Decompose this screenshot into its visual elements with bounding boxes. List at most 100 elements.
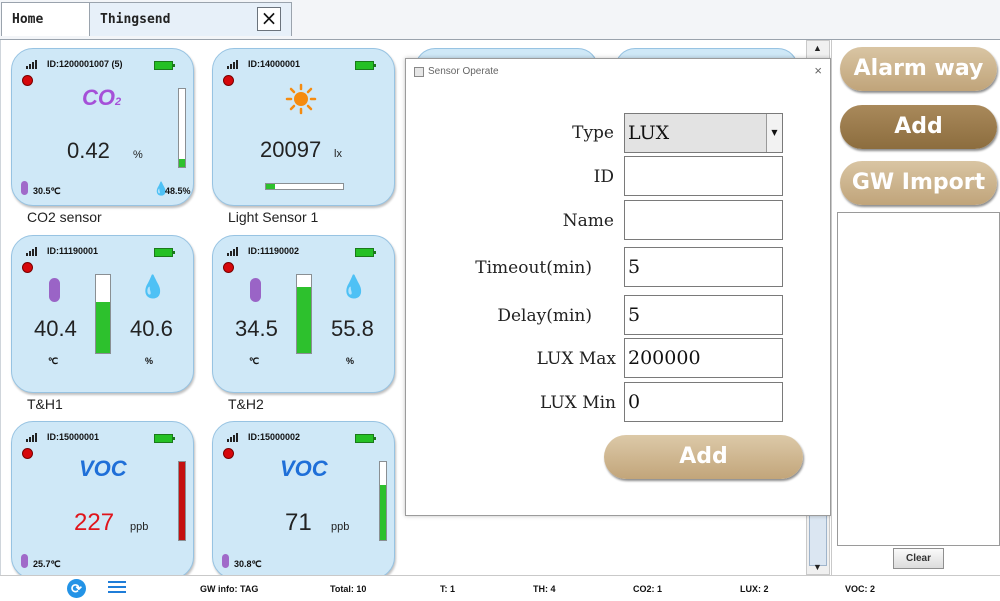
clear-button[interactable]: Clear [893, 548, 944, 569]
timeout-label: Timeout(min) [475, 258, 592, 278]
tab-thingsend[interactable]: Thingsend × [89, 2, 292, 36]
voc-logo: VOC [79, 456, 127, 481]
dialog-title-bar: Sensor Operate [414, 66, 499, 77]
sensor-card-voc[interactable]: ID:15000002 VOC 71 ppb 30.8℃ [212, 421, 395, 575]
status-led-icon [223, 75, 234, 86]
battery-icon [154, 61, 175, 70]
type-label: Type [572, 123, 614, 143]
thermometer-icon [222, 554, 229, 568]
co2-logo: CO2 [82, 85, 122, 110]
lux-min-label: LUX Min [540, 393, 616, 413]
id-field[interactable] [624, 156, 783, 196]
log-textarea[interactable] [837, 212, 1000, 546]
status-led-icon [22, 448, 33, 459]
status-bar: ⟳ GW info: TAG Total: 10 T: 1 TH: 4 CO2:… [0, 575, 1000, 601]
tab-thingsend-label: Thingsend [100, 12, 171, 27]
signal-icon [227, 60, 238, 69]
humidity-value: 40.6 [130, 316, 173, 341]
signal-icon [227, 433, 238, 442]
sensor-value: 71 [285, 509, 312, 536]
sensor-id: ID:11190002 [248, 246, 300, 256]
signal-icon [26, 433, 37, 442]
scroll-down-icon[interactable]: ▼ [813, 562, 822, 572]
battery-icon [355, 248, 376, 257]
right-panel: Alarm way Add GW Import Clear [831, 40, 1000, 575]
humidity-unit: % [145, 356, 154, 366]
t-count: T: 1 [440, 584, 456, 594]
battery-icon [355, 61, 376, 70]
temperature-value: 30.8℃ [234, 559, 262, 569]
temperature-value: 25.7℃ [33, 559, 61, 569]
add-sensor-button[interactable]: Add [840, 105, 997, 149]
scroll-up-icon[interactable]: ▲ [813, 43, 822, 53]
timeout-field[interactable]: 5 [624, 247, 783, 287]
thermometer-icon [250, 278, 261, 302]
chevron-down-icon[interactable]: ▼ [766, 114, 782, 152]
signal-icon [26, 247, 37, 256]
sensor-id: ID:1200001007 (5) [47, 59, 123, 69]
gw-info: GW info: TAG [200, 584, 259, 594]
list-icon[interactable] [108, 581, 126, 597]
level-bar [95, 274, 111, 354]
temperature-value: 30.5℃ [33, 186, 61, 196]
signal-icon [26, 60, 37, 69]
thermometer-icon [49, 278, 60, 302]
sensor-unit: ppb [130, 521, 149, 533]
level-bar [296, 274, 312, 354]
delay-label: Delay(min) [497, 306, 592, 326]
close-icon[interactable]: × [814, 63, 822, 78]
temperature-value: 40.4 [34, 316, 77, 341]
sun-icon [285, 83, 317, 115]
alarm-way-button[interactable]: Alarm way [840, 47, 997, 91]
sensor-value: 0.42 [67, 138, 110, 163]
sensor-value: 20097 [260, 137, 322, 162]
signal-icon [227, 247, 238, 256]
sensor-card-th[interactable]: ID:11190002 💧 34.5 ℃ 55.8 % [212, 235, 395, 393]
temperature-unit: ℃ [249, 356, 260, 366]
refresh-icon[interactable]: ⟳ [67, 579, 86, 598]
humidity-unit: % [346, 356, 355, 366]
sensor-card-light[interactable]: ID:14000001 20097 lx [212, 48, 395, 206]
status-led-icon [223, 262, 234, 273]
name-field[interactable] [624, 200, 783, 240]
sensor-operate-dialog: Sensor Operate × Type LUX ▼ ID Name Time… [405, 58, 831, 516]
th-count: TH: 4 [533, 584, 556, 594]
thermometer-icon [21, 554, 28, 568]
level-bar [178, 88, 186, 168]
name-label: Name [562, 211, 614, 231]
sensor-card-co2[interactable]: ID:1200001007 (5) CO2 0.42 % 30.5℃ 💧 48.… [11, 48, 194, 206]
voc-logo: VOC [280, 456, 328, 481]
type-select[interactable]: LUX ▼ [624, 113, 783, 153]
sensor-unit: ppb [331, 521, 350, 533]
delay-field[interactable]: 5 [624, 295, 783, 335]
lux-max-field[interactable]: 200000 [624, 338, 783, 378]
dialog-title: Sensor Operate [428, 66, 499, 77]
sensor-card-th[interactable]: ID:11190001 💧 40.4 ℃ 40.6 % [11, 235, 194, 393]
lux-max-label: LUX Max [536, 349, 616, 369]
sensor-caption: T&H1 [27, 396, 63, 412]
gw-import-button[interactable]: GW Import [840, 161, 997, 205]
status-led-icon [22, 262, 33, 273]
temperature-value: 34.5 [235, 316, 278, 341]
humidity-value: 48.5% [165, 186, 191, 196]
lux-min-field[interactable]: 0 [624, 382, 783, 422]
scroll-thumb[interactable] [809, 511, 827, 566]
sensor-caption: CO2 sensor [27, 209, 102, 225]
close-icon[interactable]: × [257, 7, 281, 31]
sensor-card-voc[interactable]: ID:15000001 VOC 227 ppb 25.7℃ [11, 421, 194, 575]
total-count: Total: 10 [330, 584, 367, 594]
sensor-caption: T&H2 [228, 396, 264, 412]
sensor-unit: lx [334, 148, 342, 160]
id-label: ID [593, 167, 614, 187]
sensor-unit: % [133, 149, 143, 161]
sensor-id: ID:14000001 [248, 59, 301, 69]
window-icon [414, 66, 424, 77]
sensor-caption: Light Sensor 1 [228, 209, 319, 225]
temperature-unit: ℃ [48, 356, 59, 366]
dialog-add-button[interactable]: Add [604, 435, 803, 479]
battery-icon [154, 434, 175, 443]
lux-count: LUX: 2 [740, 584, 769, 594]
sensor-id: ID:15000001 [47, 432, 100, 442]
tab-home[interactable]: Home [1, 2, 90, 36]
level-bar [379, 461, 387, 541]
